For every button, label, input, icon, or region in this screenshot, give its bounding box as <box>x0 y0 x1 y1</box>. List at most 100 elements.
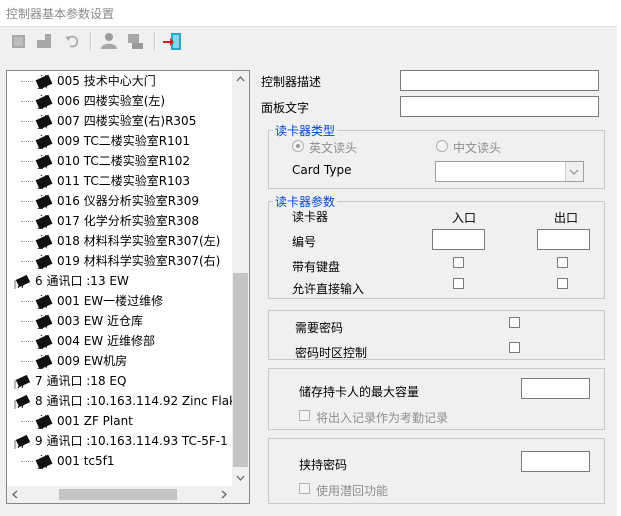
controller-tree[interactable]: 005 技术中心大门 006 四楼实验室(左) 007 四楼实验室(右)R305 00… <box>6 70 250 504</box>
tree-door-node[interactable]: 001 ZF Plant <box>35 411 133 431</box>
password-time-zone-checkbox[interactable] <box>509 342 520 353</box>
new-icon[interactable] <box>9 31 29 51</box>
title-bar: 控制器基本参数设置 <box>0 0 621 27</box>
tree-node-label: 006 四楼实验室(左) <box>57 94 166 108</box>
tree-node-label: 9 通讯口 :10.163.114.93 TC-5F-1 <box>35 434 228 448</box>
tree-port-node[interactable]: 7 通讯口 :18 EQ <box>13 371 126 391</box>
max-capacity-input[interactable] <box>521 378 590 399</box>
tree-door-node[interactable]: 004 EW 近维修部 <box>35 331 155 351</box>
controller-chip-icon <box>35 174 57 189</box>
tree-door-node[interactable]: 005 技术中心大门 <box>35 71 156 91</box>
need-password-label: 需要密码 <box>295 321 344 335</box>
exit-column-label: 出口 <box>554 211 579 225</box>
tree-node-label: 007 四楼实验室(右)R305 <box>57 114 197 128</box>
max-capacity-label: 储存持卡人的最大容量 <box>299 385 420 399</box>
tree-door-node[interactable]: 010 TC二楼实验室R102 <box>35 151 190 171</box>
password-time-zone-label: 密码时区控制 <box>295 346 368 360</box>
tree-connector-line <box>21 121 33 123</box>
tree-door-node[interactable]: 017 化学分析实验室R308 <box>35 211 199 231</box>
tree-node-label: 017 化学分析实验室R308 <box>57 214 199 228</box>
users-icon[interactable] <box>98 31 118 51</box>
entrance-keypad-checkbox[interactable] <box>453 257 464 268</box>
window-frame <box>617 0 621 516</box>
tree-door-node[interactable]: 009 TC二楼实验室R101 <box>35 131 190 151</box>
tree-door-node[interactable]: 001 tc5f1 <box>35 451 115 471</box>
duress-password-label: 挟持密码 <box>299 458 348 472</box>
exit-number-input[interactable] <box>537 229 590 250</box>
tree-door-node[interactable]: 009 EW机房 <box>35 351 127 371</box>
group-icon[interactable] <box>126 31 146 51</box>
tree-node-label: 018 材料科学实验室R307(左) <box>57 234 221 248</box>
controller-chip-icon <box>35 194 57 209</box>
tree-door-node[interactable]: 003 EW 近仓库 <box>35 311 143 331</box>
tree-connector-line <box>21 261 33 263</box>
tree-connector-line <box>21 421 33 423</box>
window-title: 控制器基本参数设置 <box>6 7 115 21</box>
anti-passback-label: 使用潜回功能 <box>316 484 389 498</box>
controller-description-input[interactable] <box>400 70 599 91</box>
tree-door-node[interactable]: 018 材料科学实验室R307(左) <box>35 231 220 251</box>
tree-port-node[interactable]: 8 通讯口 :10.163.114.92 Zinc Flake QC <box>13 391 249 411</box>
tree-node-label: 001 EW一楼过维修 <box>57 294 164 308</box>
comm-port-icon <box>13 394 35 409</box>
exit-keypad-checkbox[interactable] <box>557 257 568 268</box>
entrance-number-input[interactable] <box>432 229 485 250</box>
chevron-down-icon <box>565 162 583 181</box>
controller-chip-icon <box>35 254 57 269</box>
controller-chip-icon <box>35 234 57 249</box>
tree-node-label: 009 TC二楼实验室R101 <box>57 134 190 148</box>
entrance-column-label: 入口 <box>452 211 477 225</box>
panel-text-input[interactable] <box>400 96 599 117</box>
english-reader-radio[interactable] <box>292 140 304 152</box>
controller-chip-icon <box>35 154 57 169</box>
tree-connector-line <box>21 101 33 103</box>
exit-direct-input-checkbox[interactable] <box>557 278 568 289</box>
tree-connector-line <box>21 141 33 143</box>
comm-port-icon <box>13 434 35 449</box>
controller-chip-icon <box>35 354 57 369</box>
tree-door-node[interactable]: 001 EW一楼过维修 <box>35 291 163 311</box>
tree-port-node[interactable]: 9 通讯口 :10.163.114.93 TC-5F-1 <box>13 431 228 451</box>
tree-door-node[interactable]: 019 材料科学实验室R307(右) <box>35 251 220 271</box>
scrollbar-corner <box>232 486 249 503</box>
attendance-label: 将出入记录作为考勤记录 <box>316 411 449 425</box>
english-reader-label: 英文读头 <box>309 141 358 155</box>
toolbar-separator <box>154 32 156 50</box>
tree-node-label: 016 仪器分析实验室R309 <box>57 194 199 208</box>
comm-port-icon <box>13 374 35 389</box>
tree-port-node[interactable]: 6 通讯口 :13 EW <box>13 271 129 291</box>
keypad-label: 带有键盘 <box>292 260 341 274</box>
need-password-checkbox[interactable] <box>509 317 520 328</box>
attendance-checkbox[interactable] <box>299 410 310 421</box>
card-type-select[interactable] <box>435 161 584 182</box>
tree-vertical-scrollbar[interactable] <box>232 71 249 486</box>
duress-password-input[interactable] <box>521 451 590 472</box>
controller-chip-icon <box>35 294 57 309</box>
controller-chip-icon <box>35 114 57 129</box>
entrance-direct-input-checkbox[interactable] <box>453 278 464 289</box>
exit-door-icon[interactable] <box>162 31 182 51</box>
tree-connector-line <box>21 81 33 83</box>
toolbar <box>0 27 617 55</box>
undo-icon[interactable] <box>62 31 82 51</box>
panel-text-label: 面板文字 <box>261 101 310 115</box>
save-icon[interactable] <box>34 31 54 51</box>
chinese-reader-radio[interactable] <box>436 140 448 152</box>
tree-connector-line <box>21 201 33 203</box>
tree-door-node[interactable]: 011 TC二楼实验室R103 <box>35 171 190 191</box>
card-type-label: Card Type <box>292 163 352 177</box>
toolbar-separator <box>90 32 92 50</box>
controller-chip-icon <box>35 74 57 89</box>
tree-horizontal-scrollbar[interactable] <box>7 486 232 503</box>
tree-door-node[interactable]: 016 仪器分析实验室R309 <box>35 191 199 211</box>
controller-chip-icon <box>35 334 57 349</box>
tree-connector-line <box>21 241 33 243</box>
tree-door-node[interactable]: 006 四楼实验室(左) <box>35 91 165 111</box>
tree-door-node[interactable]: 007 四楼实验室(右)R305 <box>35 111 196 131</box>
tree-node-label: 004 EW 近维修部 <box>57 334 155 348</box>
anti-passback-checkbox[interactable] <box>299 483 310 494</box>
controller-chip-icon <box>35 214 57 229</box>
tree-node-label: 7 通讯口 :18 EQ <box>35 374 127 388</box>
tree-node-label: 001 tc5f1 <box>57 454 115 468</box>
tree-node-label: 005 技术中心大门 <box>57 74 156 88</box>
